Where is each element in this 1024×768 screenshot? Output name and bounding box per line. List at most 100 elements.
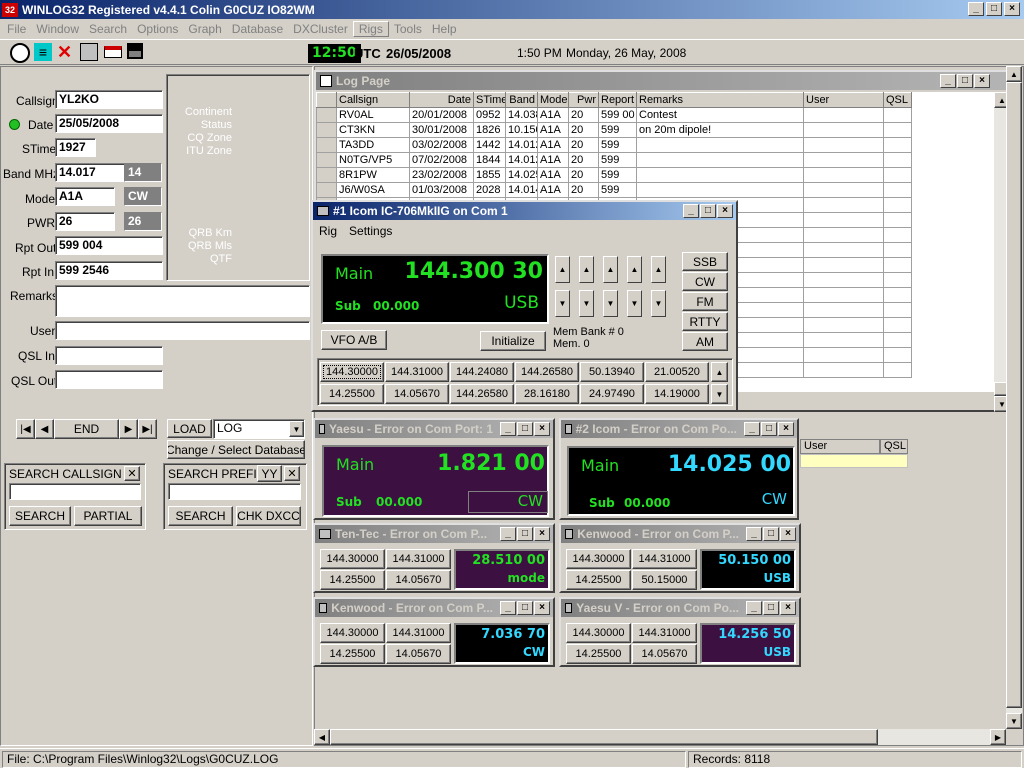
mdi-hscrollbar[interactable]: ◀ ▶ xyxy=(314,729,1006,745)
tune-up-icon[interactable]: ▲ xyxy=(627,256,642,283)
table-cell[interactable]: 599 xyxy=(598,152,637,168)
table-cell[interactable]: 20 xyxy=(568,152,599,168)
table-cell[interactable]: 8R1PW xyxy=(336,167,410,183)
vscroll-up-icon[interactable]: ▲ xyxy=(1006,66,1022,82)
column-header-pwr[interactable]: Pwr xyxy=(568,92,599,108)
menu-database[interactable]: Database xyxy=(227,22,288,36)
memory-button[interactable]: 50.13940 xyxy=(580,362,644,382)
table-cell[interactable]: 1844 xyxy=(473,152,506,168)
memory-button[interactable]: 144.31000 xyxy=(385,362,449,382)
memory-button[interactable]: 28.16180 xyxy=(515,384,579,404)
tune-up-icon[interactable]: ▲ xyxy=(603,256,618,283)
menu-window[interactable]: Window xyxy=(31,22,84,36)
table-cell[interactable]: 599 xyxy=(598,167,637,183)
rptin-field[interactable]: 599 2546 xyxy=(55,261,163,280)
first-record-button[interactable]: |◀ xyxy=(16,419,35,439)
tune-down-icon[interactable]: ▼ xyxy=(603,290,618,317)
table-cell[interactable]: 1855 xyxy=(473,167,506,183)
tune-up-icon[interactable]: ▲ xyxy=(579,256,594,283)
table-cell[interactable]: 2028 xyxy=(473,182,506,198)
table-cell[interactable]: A1A xyxy=(537,107,569,123)
memory-button[interactable]: 21.00520 xyxy=(645,362,709,382)
table-cell[interactable]: A1A xyxy=(537,137,569,153)
table-row[interactable]: TA3DD03/02/2008144214.012A1A20599 xyxy=(316,137,912,153)
table-cell[interactable]: A1A xyxy=(537,167,569,183)
column-header-qsl[interactable]: QSL xyxy=(883,92,912,108)
row-selector[interactable] xyxy=(316,137,337,153)
table-row[interactable]: RV0AL20/01/2008095214.038A1A20599 00Cont… xyxy=(316,107,912,123)
mdi-vscrollbar[interactable]: ▲ ▼ xyxy=(1006,66,1022,729)
close-button[interactable]: × xyxy=(1004,2,1020,16)
memory-button[interactable]: 144.30000 xyxy=(320,362,384,382)
icom2-close-button[interactable]: × xyxy=(778,422,794,436)
table-cell[interactable]: 20 xyxy=(568,182,599,198)
print-icon[interactable] xyxy=(80,43,98,61)
memory-button[interactable]: 144.31000 xyxy=(386,623,451,643)
save-icon[interactable] xyxy=(127,43,143,59)
yaesu-minimize-button[interactable]: _ xyxy=(500,422,516,436)
table-row[interactable]: N0TG/VP507/02/2008184414.012A1A20599 xyxy=(316,152,912,168)
menu-options[interactable]: Options xyxy=(132,22,183,36)
end-button[interactable]: END xyxy=(54,419,119,439)
table-cell[interactable]: 20 xyxy=(568,107,599,123)
table-cell[interactable] xyxy=(803,182,884,198)
delete-icon[interactable]: ✕ xyxy=(57,42,72,63)
memory-button[interactable]: 144.24080 xyxy=(450,362,514,382)
table-cell[interactable] xyxy=(636,182,804,198)
stime-field[interactable]: 1927 xyxy=(55,138,96,157)
kenwood1-maximize-button[interactable]: □ xyxy=(763,527,779,541)
table-cell[interactable]: 14.025 xyxy=(505,167,538,183)
search-prefix-input[interactable] xyxy=(168,483,301,500)
rig1-close-button[interactable]: × xyxy=(717,204,733,218)
table-cell[interactable]: 14.012 xyxy=(505,152,538,168)
tune-up-icon[interactable]: ▲ xyxy=(555,256,570,283)
table-cell[interactable] xyxy=(883,182,912,198)
memory-button[interactable]: 14.19000 xyxy=(645,384,709,404)
row-selector[interactable] xyxy=(316,122,337,138)
log-close-button[interactable]: × xyxy=(974,74,990,88)
menu-graph[interactable]: Graph xyxy=(183,22,226,36)
column-header-callsign[interactable]: Callsign xyxy=(336,92,410,108)
minimize-button[interactable]: _ xyxy=(968,2,984,16)
pwr-field[interactable]: 26 xyxy=(55,212,115,231)
tune-up-icon[interactable]: ▲ xyxy=(651,256,666,283)
menu-tools[interactable]: Tools xyxy=(389,22,427,36)
table-cell[interactable]: 1442 xyxy=(473,137,506,153)
table-cell[interactable]: 1826 xyxy=(473,122,506,138)
tune-down-icon[interactable]: ▼ xyxy=(627,290,642,317)
table-row[interactable]: 8R1PW23/02/2008185514.025A1A20599 xyxy=(316,167,912,183)
table-cell[interactable]: 01/03/2008 xyxy=(409,182,474,198)
column-header-band[interactable]: Band xyxy=(505,92,538,108)
memory-button[interactable]: 14.25500 xyxy=(320,384,384,404)
table-row[interactable]: CT3KN30/01/2008182610.150A1A20599on 20m … xyxy=(316,122,912,138)
memory-button[interactable]: 144.30000 xyxy=(320,623,385,643)
menu-rigs[interactable]: Rigs xyxy=(352,21,389,37)
hscroll-left-icon[interactable]: ◀ xyxy=(314,729,330,745)
row-selector[interactable] xyxy=(316,167,337,183)
memory-button[interactable]: 24.97490 xyxy=(580,384,644,404)
rig-menu-settings[interactable]: Settings xyxy=(349,224,392,238)
memory-button[interactable]: 144.30000 xyxy=(566,549,631,569)
table-cell[interactable]: 14.012 xyxy=(505,137,538,153)
column-header-stime[interactable]: STime xyxy=(473,92,506,108)
date-field[interactable]: 25/05/2008 xyxy=(55,114,163,133)
table-cell[interactable] xyxy=(803,167,884,183)
table-cell[interactable] xyxy=(883,167,912,183)
table-cell[interactable]: A1A xyxy=(537,122,569,138)
column-header-user[interactable]: User xyxy=(803,92,884,108)
qslout-field[interactable] xyxy=(55,370,163,389)
kenwood2-minimize-button[interactable]: _ xyxy=(500,601,516,615)
table-row[interactable]: J6/W0SA01/03/2008202814.014A1A20599 xyxy=(316,182,912,198)
initialize-button[interactable]: Initialize xyxy=(480,331,546,351)
mem-scroll-up-icon[interactable]: ▲ xyxy=(711,362,728,382)
table-cell[interactable] xyxy=(636,167,804,183)
clear-callsign-icon[interactable]: ✕ xyxy=(124,466,140,481)
table-cell[interactable]: TA3DD xyxy=(336,137,410,153)
yaesu5-maximize-button[interactable]: □ xyxy=(763,601,779,615)
hscroll-right-icon[interactable]: ▶ xyxy=(990,729,1006,745)
check-dxcc-button[interactable]: CHK DXCC xyxy=(236,506,301,526)
tentec-close-button[interactable]: × xyxy=(534,527,550,541)
load-button[interactable]: LOAD xyxy=(167,419,212,438)
table-cell[interactable]: 20 xyxy=(568,167,599,183)
table-cell[interactable]: 599 xyxy=(598,122,637,138)
